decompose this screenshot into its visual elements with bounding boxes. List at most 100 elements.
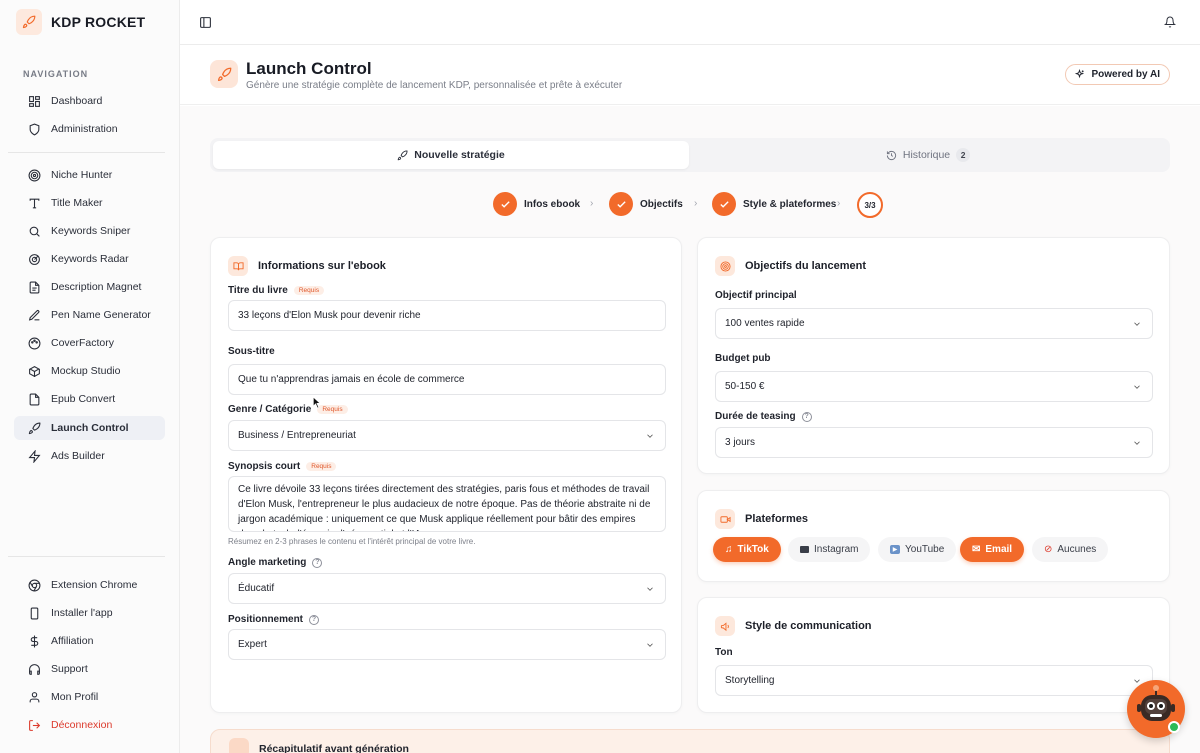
zap-icon bbox=[28, 449, 41, 463]
file-icon bbox=[29, 281, 40, 293]
label-text: Synopsis court bbox=[228, 461, 301, 472]
check-icon bbox=[609, 192, 633, 216]
sidebar-item-mon-profil[interactable]: Mon Profil bbox=[14, 685, 165, 709]
genre-select[interactable]: Business / Entrepreneuriat bbox=[228, 420, 666, 451]
brand[interactable]: KDP ROCKET bbox=[16, 9, 145, 35]
tab-nouvelle-strategie[interactable]: Nouvelle stratégie bbox=[213, 141, 689, 169]
sidebar-item-epub-convert[interactable]: Epub Convert bbox=[14, 387, 165, 411]
chip-label: YouTube bbox=[905, 544, 945, 555]
sidebar-item-pen-name-generator[interactable]: Pen Name Generator bbox=[14, 303, 165, 327]
grid-icon bbox=[29, 95, 40, 107]
help-icon[interactable]: ? bbox=[801, 411, 812, 422]
select-value: 100 ventes rapide bbox=[725, 318, 805, 329]
main-objective-select[interactable]: 100 ventes rapide bbox=[715, 308, 1153, 339]
chevron-down-icon bbox=[1134, 321, 1140, 326]
sidebar-item-label: Launch Control bbox=[51, 422, 129, 434]
teasing-select[interactable]: 3 jours bbox=[715, 427, 1153, 458]
platform-chip-aucunes[interactable]: ⊘ Aucunes bbox=[1032, 537, 1109, 562]
sidebar-item-ads-builder[interactable]: Ads Builder bbox=[14, 444, 165, 468]
subtitle-input[interactable]: Que tu n'apprendras jamais en école de c… bbox=[228, 364, 666, 395]
step-progress-indicator: 3/3 bbox=[857, 192, 883, 218]
synopsis-textarea[interactable]: Ce livre dévoile 33 leçons tirées direct… bbox=[228, 476, 666, 532]
angle-label: Angle marketing ? bbox=[228, 557, 323, 568]
positioning-label: Positionnement ? bbox=[228, 614, 320, 625]
sidebar-item-dashboard[interactable]: Dashboard bbox=[14, 89, 165, 113]
budget-select[interactable]: 50-150 € bbox=[715, 371, 1153, 402]
help-icon[interactable]: ? bbox=[312, 557, 323, 568]
user-icon bbox=[29, 691, 40, 702]
chevron-down-icon bbox=[1134, 384, 1140, 389]
powered-label: Powered by AI bbox=[1091, 69, 1160, 80]
subtitle-label: Sous-titre bbox=[228, 346, 275, 357]
sidebar-item-deconnexion[interactable]: Déconnexion bbox=[14, 713, 165, 737]
sidebar-item-label: Administration bbox=[51, 123, 118, 135]
sidebar-item-launch-control[interactable]: Launch Control bbox=[14, 416, 165, 440]
label-text: Budget pub bbox=[715, 353, 771, 364]
platform-chip-instagram[interactable]: Instagram bbox=[788, 537, 871, 562]
card-title: Informations sur l'ebook bbox=[258, 260, 386, 272]
synopsis-hint: Résumez en 2-3 phrases le contenu et l'i… bbox=[228, 537, 476, 546]
sidebar-item-keywords-radar[interactable]: Keywords Radar bbox=[14, 247, 165, 271]
sidebar-item-keywords-sniper[interactable]: Keywords Sniper bbox=[14, 219, 165, 243]
chip-label: Instagram bbox=[814, 544, 859, 555]
chevron-right-icon: › bbox=[590, 198, 594, 209]
sidebar-toggle-icon[interactable] bbox=[199, 16, 212, 32]
chip-label: Email bbox=[985, 544, 1013, 555]
sidebar-item-label: Déconnexion bbox=[51, 719, 113, 731]
page-title: Launch Control bbox=[246, 59, 372, 78]
communication-style-card: Style de communication Ton Storytelling bbox=[697, 597, 1170, 713]
nav-heading: NAVIGATION bbox=[23, 69, 89, 79]
tab-historique[interactable]: Historique 2 bbox=[689, 141, 1167, 169]
select-value: 50-150 € bbox=[725, 381, 765, 392]
help-icon[interactable]: ? bbox=[309, 614, 320, 625]
platform-chip-youtube[interactable]: ▶ YouTube bbox=[878, 537, 957, 562]
tab-label: Historique bbox=[902, 149, 951, 161]
search-icon bbox=[29, 226, 40, 237]
book-title-input[interactable]: 33 leçons d'Elon Musk pour devenir riche bbox=[228, 300, 666, 331]
sidebar-item-installer-app[interactable]: Installer l'app bbox=[14, 601, 165, 625]
platform-chip-tiktok[interactable]: ♫ TikTok bbox=[713, 537, 781, 562]
sidebar-item-title-maker[interactable]: Title Maker bbox=[14, 191, 165, 215]
sidebar-item-coverfactory[interactable]: CoverFactory bbox=[14, 331, 165, 355]
check-icon bbox=[712, 192, 736, 216]
bell-icon[interactable] bbox=[1163, 16, 1177, 31]
positioning-select[interactable]: Expert bbox=[228, 629, 666, 660]
sidebar-item-label: Affiliation bbox=[51, 635, 94, 647]
angle-select[interactable]: Éducatif bbox=[228, 573, 666, 604]
camera-icon bbox=[800, 546, 809, 553]
sidebar-item-extension-chrome[interactable]: Extension Chrome bbox=[14, 573, 165, 597]
sidebar-item-label: Pen Name Generator bbox=[51, 309, 151, 321]
step-objectifs[interactable]: Objectifs bbox=[609, 192, 683, 216]
chevron-down-icon bbox=[1134, 440, 1140, 445]
sidebar-item-label: Ads Builder bbox=[51, 450, 105, 462]
sidebar-item-administration[interactable]: Administration bbox=[14, 117, 165, 141]
label-text: Positionnement bbox=[228, 614, 304, 625]
tone-label: Ton bbox=[715, 647, 733, 658]
sidebar-item-niche-hunter[interactable]: Niche Hunter bbox=[14, 163, 165, 187]
label-text: Durée de teasing bbox=[715, 411, 796, 422]
tone-select[interactable]: Storytelling bbox=[715, 665, 1153, 696]
sidebar-item-label: Dashboard bbox=[51, 95, 103, 107]
chip-label: TikTok bbox=[737, 544, 769, 555]
sidebar-item-support[interactable]: Support bbox=[14, 657, 165, 681]
rocket-icon bbox=[397, 149, 408, 160]
step-label: Objectifs bbox=[640, 198, 683, 210]
synopsis-label: Synopsis court Requis bbox=[228, 461, 337, 472]
chevron-right-icon: › bbox=[694, 198, 698, 209]
no-entry-icon: ⊘ bbox=[1044, 544, 1053, 555]
target-icon bbox=[715, 256, 735, 276]
online-status-dot bbox=[1168, 721, 1180, 733]
platform-chip-email[interactable]: ✉ Email bbox=[960, 537, 1025, 562]
chevron-down-icon bbox=[647, 642, 653, 647]
sidebar-item-affiliation[interactable]: Affiliation bbox=[14, 629, 165, 653]
label-text: Ton bbox=[715, 647, 733, 658]
card-title: Objectifs du lancement bbox=[745, 260, 867, 272]
sidebar-item-mockup-studio[interactable]: Mockup Studio bbox=[14, 359, 165, 383]
book-title-label: Titre du livre Requis bbox=[228, 285, 325, 296]
step-label: Style & plateformes bbox=[743, 198, 837, 210]
sidebar-item-description-magnet[interactable]: Description Magnet bbox=[14, 275, 165, 299]
sidebar-item-label: Mon Profil bbox=[51, 691, 99, 703]
step-style-plateformes[interactable]: Style & plateformes bbox=[712, 192, 836, 216]
step-infos-ebook[interactable]: Infos ebook bbox=[493, 192, 580, 216]
select-value: Expert bbox=[238, 639, 267, 650]
